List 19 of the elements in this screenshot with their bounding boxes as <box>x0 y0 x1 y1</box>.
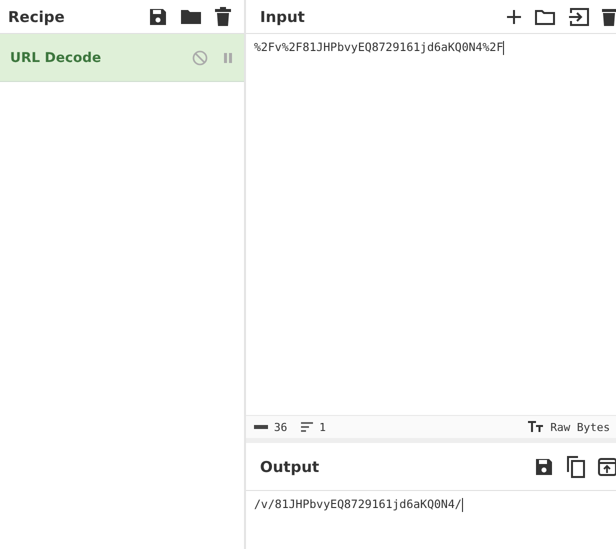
lines-count: 1 <box>319 420 326 434</box>
recipe-title: Recipe <box>8 8 65 26</box>
save-icon[interactable] <box>534 456 554 476</box>
length-count: 36 <box>274 420 288 434</box>
input-text[interactable]: %2Fv%2F81JHPbvyEQ8729161jd6aKQ0N4%2F <box>246 34 616 415</box>
output-text: /v/81JHPbvyEQ8729161jd6aKQ0N4/ <box>253 496 464 514</box>
save-icon[interactable] <box>148 6 168 26</box>
trash-icon[interactable] <box>602 6 616 26</box>
length-icon <box>254 423 268 431</box>
plus-icon[interactable] <box>506 8 522 24</box>
font-icon[interactable] <box>528 421 544 433</box>
output-title: Output <box>260 458 320 476</box>
replace-input-icon[interactable] <box>598 456 616 476</box>
import-icon[interactable] <box>568 6 590 26</box>
input-title: Input <box>260 8 305 26</box>
lines-icon <box>301 422 314 432</box>
trash-icon[interactable] <box>214 6 232 26</box>
copy-icon[interactable] <box>566 456 586 478</box>
encoding-label[interactable]: Raw Bytes <box>550 420 610 434</box>
